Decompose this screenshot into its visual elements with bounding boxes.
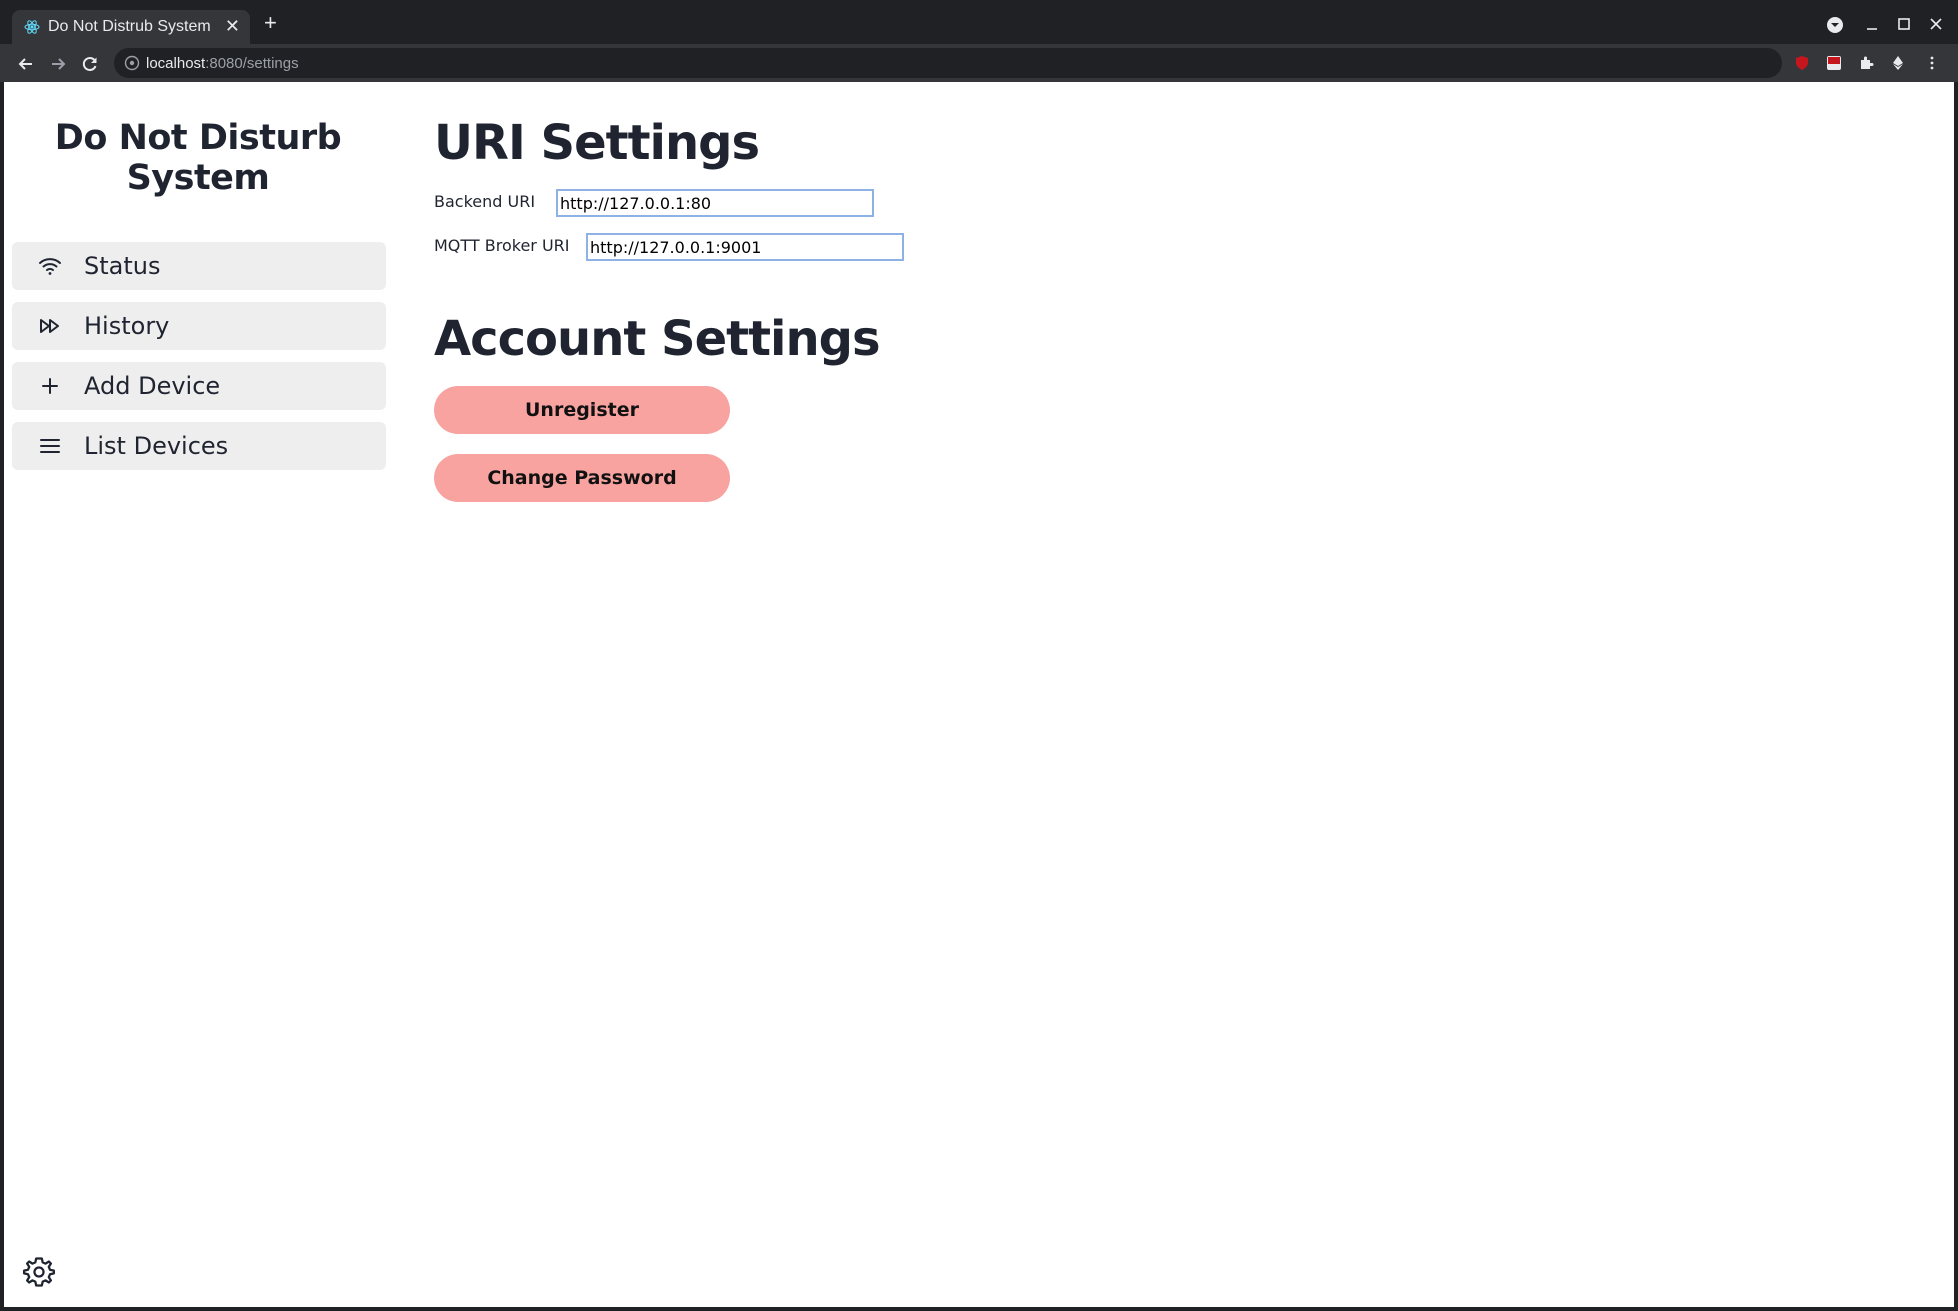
fast-forward-icon (40, 319, 59, 333)
sidebar-item-history[interactable]: History (12, 302, 386, 350)
sidebar: Do Not Disturb System Status History Add… (4, 82, 392, 1307)
wifi-icon (39, 258, 61, 275)
plus-icon (42, 378, 58, 394)
tab-title: Do Not Distrub System (48, 18, 211, 35)
sidebar-item-add-device[interactable]: Add Device (12, 362, 386, 410)
back-arrow-icon[interactable] (16, 54, 36, 74)
sidebar-item-list-devices[interactable]: List Devices (12, 422, 386, 470)
mqtt-broker-uri-input[interactable] (586, 233, 904, 261)
browser-toolbar: localhost:8080/settings (0, 44, 1958, 82)
app-title: Do Not Disturb System (4, 118, 392, 198)
sidebar-item-label: List Devices (84, 432, 229, 460)
sidebar-item-label: Add Device (84, 372, 221, 400)
url-host: localhost (146, 55, 206, 72)
extensions-puzzle-icon[interactable] (1858, 55, 1874, 71)
tab-close-icon[interactable]: ✕ (225, 16, 240, 37)
backend-uri-input[interactable] (556, 189, 874, 217)
settings-gear-icon[interactable] (22, 1255, 56, 1289)
video-extension-icon[interactable] (1826, 55, 1842, 71)
address-bar[interactable]: localhost:8080/settings (114, 48, 1782, 78)
page-content: Do Not Disturb System Status History Add… (4, 82, 1954, 1307)
browser-tab[interactable]: Do Not Distrub System ✕ (12, 10, 250, 44)
profile-dropdown-icon[interactable] (1826, 16, 1844, 34)
ethereum-icon[interactable] (1890, 55, 1906, 71)
account-settings-heading: Account Settings (434, 311, 881, 367)
app-title-line1: Do Not Disturb (54, 118, 342, 158)
browser-menu-icon[interactable] (1924, 55, 1940, 71)
url-text: localhost:8080/settings (146, 55, 299, 72)
sidebar-item-label: History (84, 312, 170, 340)
change-password-button[interactable]: Change Password (434, 454, 730, 502)
sidebar-item-status[interactable]: Status (12, 242, 386, 290)
backend-uri-label: Backend URI (434, 192, 536, 211)
menu-icon (40, 439, 60, 453)
new-tab-icon[interactable]: + (264, 10, 277, 36)
react-icon (24, 20, 40, 34)
ublock-extension-icon[interactable] (1794, 55, 1810, 71)
forward-arrow-icon[interactable] (48, 54, 68, 74)
app-title-line2: System (126, 158, 270, 198)
reload-icon[interactable] (80, 54, 100, 74)
site-info-icon[interactable] (124, 55, 140, 71)
minimize-icon[interactable] (1864, 18, 1880, 34)
tab-strip: Do Not Distrub System ✕ + (0, 0, 1958, 44)
uri-settings-heading: URI Settings (434, 115, 760, 171)
unregister-button[interactable]: Unregister (434, 386, 730, 434)
window-close-icon[interactable] (1928, 16, 1944, 32)
url-path: :8080/settings (205, 55, 299, 72)
sidebar-item-label: Status (84, 252, 161, 280)
maximize-icon[interactable] (1896, 16, 1912, 32)
mqtt-broker-uri-label: MQTT Broker URI (434, 236, 570, 255)
